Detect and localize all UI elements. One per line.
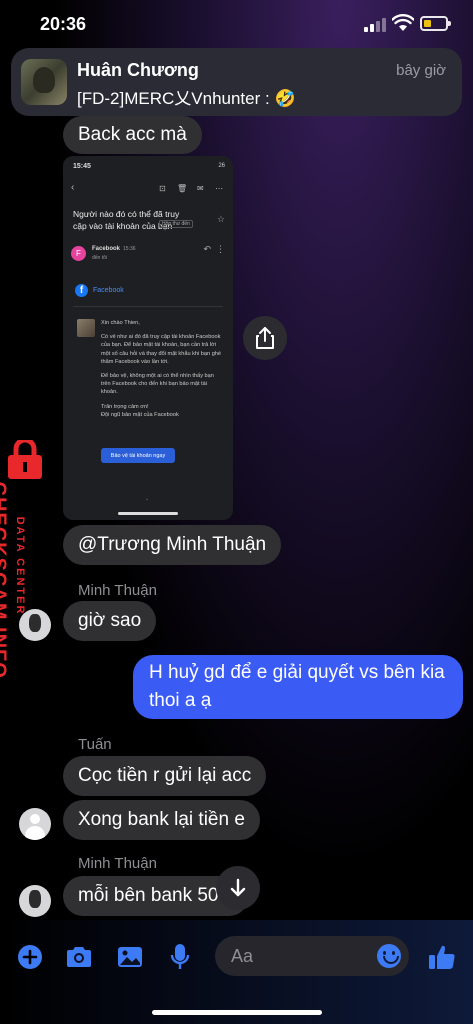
shot-time: 15:45 (73, 163, 91, 170)
gallery-button[interactable] (115, 942, 145, 972)
scroll-down-button[interactable] (216, 866, 260, 910)
plus-button[interactable] (15, 942, 45, 972)
star-icon: ☆ (216, 214, 225, 224)
status-time: 20:36 (40, 14, 87, 34)
avatar[interactable] (19, 808, 51, 840)
notification-banner[interactable]: Huân Chương bây giờ [FD-2]MERC乂Vnhunter … (11, 48, 462, 116)
shot-paragraph: Trân trọng cảm ơn! (101, 403, 149, 410)
share-icon (256, 327, 274, 349)
watermark-label: DATA CENTER (14, 516, 26, 616)
divider (73, 306, 223, 307)
trash-icon: 🗑 (177, 184, 188, 193)
message-text: mỗi bên bank 50 (78, 885, 219, 906)
voice-button[interactable] (165, 942, 195, 972)
shot-paragraph: Có vẻ như ai đó đã truy cập tài khoản Fa… (101, 334, 222, 365)
watermark-title: CHECKSCAM.INFO (0, 481, 10, 679)
shot-hint: ⌄ (145, 496, 150, 502)
shot-from-name: Facebook (92, 246, 121, 252)
shot-battery: 26 (218, 163, 225, 169)
composer-bar (0, 920, 473, 1024)
message-text: Cọc tiền r gửi lại acc (78, 765, 252, 786)
thumbs-up-icon (429, 945, 455, 969)
shot-body: Xin chào Thien, Có vẻ như ai đó đã truy … (101, 319, 223, 425)
notification-sender: Huân Chương (77, 60, 199, 80)
outgoing-message-bubble[interactable]: H huỷ gd để e giải quyết vs bên kia thoi… (133, 655, 463, 719)
facebook-brand-row: f Facebook (75, 284, 124, 297)
home-indicator (152, 1010, 322, 1015)
message-bubble[interactable]: Xong bank lại tiền e (63, 800, 260, 840)
back-arrow-icon: ‹ (71, 182, 75, 193)
message-text: giờ sao (78, 610, 142, 631)
arrow-down-icon (230, 878, 246, 897)
mail-icon: ✉ (197, 184, 204, 193)
microphone-icon (170, 944, 190, 969)
emoji-icon[interactable] (377, 944, 401, 968)
facebook-icon: f (75, 284, 88, 297)
message-text: H huỷ gd để e giải quyết vs bên kia thoi… (149, 662, 445, 711)
message-text: @Trương Minh Thuận (78, 534, 267, 555)
message-bubble[interactable]: Cọc tiền r gửi lại acc (63, 756, 267, 796)
message-input[interactable] (231, 944, 361, 968)
reply-icon: ↶ (203, 244, 211, 254)
sender-avatar: F (71, 246, 86, 261)
message-input-box[interactable] (215, 936, 409, 976)
like-button[interactable] (427, 942, 457, 972)
more-icon: ⋯ (215, 184, 223, 193)
shot-to-line: đến tôi (92, 255, 108, 261)
shot-paragraph: Để bảo vệ, không một ai có thể nhìn thấy… (101, 373, 214, 396)
image-icon (118, 947, 142, 967)
shared-image[interactable]: 15:45 26 ‹ ⊡ 🗑 ✉ ⋯ Người nào đó có thể đ… (63, 156, 233, 520)
camera-button[interactable] (64, 942, 94, 972)
message-text: Back acc mà (78, 124, 187, 145)
profile-thumbnail (77, 319, 95, 337)
message-bubble[interactable]: Back acc mà (63, 116, 202, 154)
signal-icon (364, 18, 386, 32)
notification-time: bây giờ (396, 62, 446, 79)
wifi-icon (392, 14, 414, 31)
status-bar: 20:36 (0, 0, 473, 48)
message-text: Xong bank lại tiền e (78, 809, 245, 830)
shot-tag: Hộp thư đến (159, 220, 193, 228)
sender-name: Minh Thuận (78, 582, 157, 599)
battery-icon (420, 16, 451, 31)
plus-icon (18, 945, 42, 969)
message-bubble[interactable]: giờ sao (63, 601, 157, 641)
shot-brand: Facebook (93, 287, 124, 294)
share-button[interactable] (243, 316, 287, 360)
camera-icon (67, 947, 91, 967)
sender-name: Tuấn (78, 736, 112, 753)
shot-home-indicator (118, 512, 178, 515)
shot-paragraph: Đội ngũ bảo mật của Facebook (101, 411, 179, 418)
notification-message: [FD-2]MERC乂Vnhunter : 🤣 (77, 89, 296, 108)
sender-name: Minh Thuận (78, 855, 157, 872)
notification-avatar (21, 59, 67, 105)
avatar[interactable] (19, 885, 51, 917)
shot-cta-button: Bảo vệ tài khoản ngay (101, 448, 175, 463)
archive-icon: ⊡ (159, 184, 166, 193)
shot-from-time: 15:36 (123, 246, 136, 252)
more-icon: ⋮ (216, 244, 225, 254)
shot-greeting: Xin chào Thien, (101, 320, 140, 326)
lock-icon (8, 440, 42, 479)
message-bubble[interactable]: @Trương Minh Thuận (63, 525, 282, 565)
